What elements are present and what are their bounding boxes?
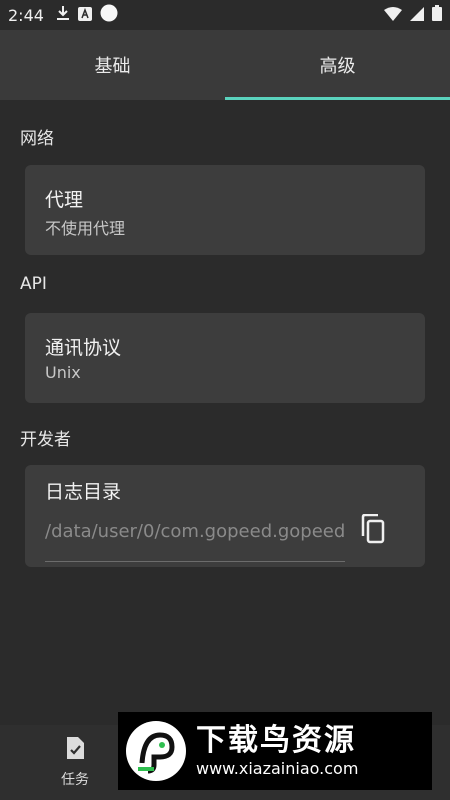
- tab-advanced-label: 高级: [319, 56, 356, 77]
- log-dir-path: /data/user/0/com.gopeed.gopeed/: [45, 521, 345, 542]
- proxy-value: 不使用代理: [45, 219, 126, 238]
- status-right-icons: [384, 0, 442, 30]
- protocol-setting-card[interactable]: 通讯协议 Unix: [25, 313, 425, 403]
- tab-basic[interactable]: 基础: [0, 30, 225, 100]
- log-dir-card: 日志目录 /data/user/0/com.gopeed.gopeed/: [25, 465, 425, 567]
- watermark-url: www.xiazainiao.com: [196, 759, 359, 778]
- section-title-developer: 开发者: [20, 430, 71, 450]
- status-time: 2:44: [8, 5, 44, 25]
- battery-icon: [432, 5, 442, 25]
- protocol-value: Unix: [45, 363, 81, 382]
- watermark-title: 下载鸟资源: [196, 723, 356, 758]
- tab-advanced[interactable]: 高级: [225, 30, 450, 100]
- bird-logo-icon: [124, 719, 188, 783]
- log-dir-title: 日志目录: [45, 481, 122, 503]
- app-notification-icon: [77, 6, 92, 25]
- log-dir-path-field[interactable]: /data/user/0/com.gopeed.gopeed/: [45, 515, 345, 562]
- watermark-text: 下载鸟资源 www.xiazainiao.com: [196, 723, 358, 779]
- watermark-banner: 下载鸟资源 www.xiazainiao.com: [118, 712, 432, 790]
- nav-tasks[interactable]: 任务: [50, 735, 100, 795]
- copy-button[interactable]: [357, 511, 389, 551]
- tab-basic-label: 基础: [94, 56, 131, 77]
- status-bar: 2:44: [0, 0, 450, 30]
- settings-content: 网络 代理 不使用代理 API 通讯协议 Unix 开发者 日志目录 /data…: [0, 100, 450, 725]
- section-title-network: 网络: [20, 129, 54, 149]
- section-title-api: API: [20, 274, 47, 294]
- task-icon: [64, 735, 86, 765]
- nav-tasks-label: 任务: [61, 772, 89, 788]
- proxy-setting-card[interactable]: 代理 不使用代理: [25, 165, 425, 255]
- circle-icon: [100, 4, 118, 26]
- signal-icon: [410, 6, 424, 25]
- download-icon: [56, 5, 70, 25]
- protocol-title: 通讯协议: [45, 337, 122, 359]
- tab-bar: 基础 高级: [0, 30, 450, 100]
- copy-icon: [360, 513, 386, 548]
- wifi-icon: [384, 6, 402, 25]
- status-left-icons: [56, 4, 118, 26]
- proxy-title: 代理: [45, 189, 84, 211]
